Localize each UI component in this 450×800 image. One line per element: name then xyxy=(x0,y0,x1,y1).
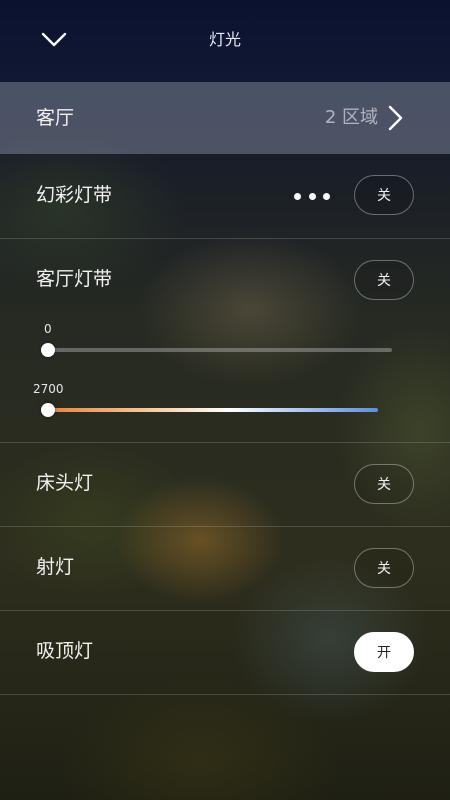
chevron-right-icon xyxy=(388,105,403,131)
light-name: 射灯 xyxy=(36,556,75,578)
zone-selector[interactable]: 客厅 2 区域 xyxy=(0,82,450,154)
light-row-bedside: 床头灯 关 xyxy=(0,442,450,527)
brightness-slider-thumb[interactable] xyxy=(41,343,55,357)
light-row-ribbon: 幻彩灯带 关 xyxy=(0,154,450,239)
more-options-button[interactable] xyxy=(294,184,330,208)
brightness-slider-track[interactable] xyxy=(48,348,392,352)
color-temp-slider-track[interactable] xyxy=(48,408,378,412)
power-toggle[interactable]: 关 xyxy=(354,464,414,504)
power-toggle[interactable]: 关 xyxy=(354,548,414,588)
brightness-value: 0 xyxy=(44,322,52,336)
light-row-spotlight: 射灯 关 xyxy=(0,526,450,611)
power-toggle[interactable]: 关 xyxy=(354,260,414,300)
light-name: 床头灯 xyxy=(36,472,94,494)
power-toggle[interactable]: 关 xyxy=(354,175,414,215)
color-temp-value: 2700 xyxy=(33,382,64,396)
power-toggle[interactable]: 开 xyxy=(354,632,414,672)
zone-count: 2 区域 xyxy=(324,107,378,128)
color-temp-slider-thumb[interactable] xyxy=(41,403,55,417)
zone-name: 客厅 xyxy=(36,107,75,129)
more-dots-icon xyxy=(294,192,301,200)
light-name: 吸顶灯 xyxy=(36,640,94,662)
page-title: 灯光 xyxy=(208,30,241,49)
light-row-ceiling: 吸顶灯 开 xyxy=(0,610,450,695)
light-name: 幻彩灯带 xyxy=(36,184,113,206)
light-name: 客厅灯带 xyxy=(36,268,113,290)
light-row-living-strip: 客厅灯带 关 0 2700 xyxy=(0,238,450,443)
